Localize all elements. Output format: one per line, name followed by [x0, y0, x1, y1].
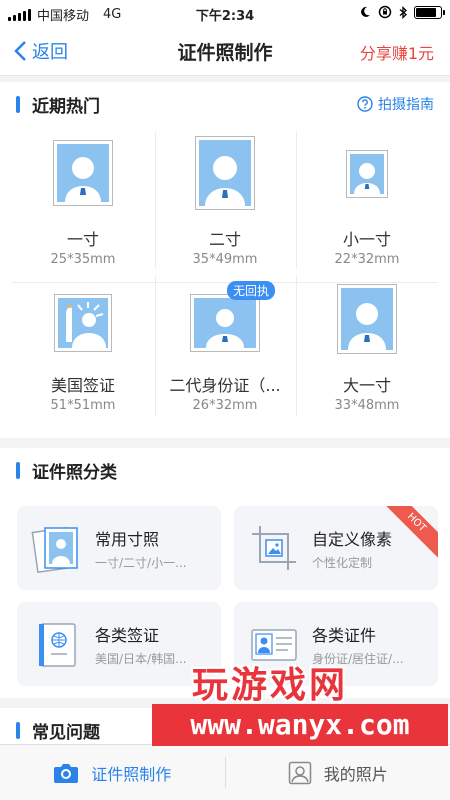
- photo-thumbnail: [346, 150, 388, 198]
- photo-thumbnail: [54, 294, 112, 352]
- card-subtitle: 一寸/二寸/小一...: [95, 556, 187, 570]
- photo-thumbnail: [53, 140, 113, 206]
- item-name: 大一寸: [342, 376, 391, 395]
- watermark-url: www.wanyx.com: [152, 704, 448, 746]
- item-size: 33*48mm: [334, 398, 400, 413]
- item-name: 二寸: [208, 230, 241, 249]
- item-size: 22*32mm: [334, 252, 400, 267]
- recent-section: 近期热门 拍摄指南 一寸 25*35mm 二寸 35*49mm 小一寸 22*3…: [0, 82, 450, 438]
- card-subtitle: 个性化定制: [312, 556, 373, 570]
- section-marker: [16, 461, 20, 479]
- category-card-common[interactable]: 常用寸照 一寸/二寸/小一...: [17, 506, 221, 590]
- section-marker: [16, 95, 20, 113]
- guide-button[interactable]: 拍摄指南: [357, 94, 434, 114]
- camera-icon: [54, 763, 79, 783]
- guide-label: 拍摄指南: [378, 97, 434, 113]
- item-name: 小一寸: [342, 230, 391, 249]
- bluetooth-icon: [399, 5, 407, 19]
- moon-icon: [361, 6, 370, 17]
- card-title: 各类签证: [95, 626, 160, 645]
- size-item-small-1inch[interactable]: 小一寸 22*32mm: [296, 150, 438, 290]
- category-header: 证件照分类: [0, 448, 450, 492]
- size-item-id-card[interactable]: 无回执 二代身份证（... 26*32mm: [154, 281, 296, 434]
- item-size: 26*32mm: [192, 398, 258, 413]
- photo-thumbnail: 无回执: [190, 281, 276, 352]
- item-size: 51*51mm: [50, 398, 116, 413]
- faq-title: 常见问题: [32, 722, 100, 743]
- section-marker: [16, 721, 20, 739]
- tab-label: 证件照制作: [91, 764, 172, 784]
- nav-bar: 返回 证件照制作 分享赚1元: [0, 26, 450, 76]
- size-item-2inch[interactable]: 二寸 35*49mm: [154, 136, 296, 276]
- crop-image-icon: [252, 526, 296, 570]
- no-receipt-badge: 无回执: [227, 281, 276, 300]
- item-name: 一寸: [66, 230, 99, 249]
- category-title: 证件照分类: [32, 462, 117, 483]
- item-name: 二代身份证（...: [169, 376, 281, 395]
- status-bar: 中国移动 4G 下午2:34: [0, 0, 450, 26]
- tab-bar: 证件照制作 我的照片: [0, 744, 450, 800]
- watermark-title: 玩游戏网: [192, 664, 349, 706]
- item-name: 美国签证: [50, 376, 115, 395]
- photo-thumbnail: [337, 284, 397, 354]
- battery-icon: [414, 5, 445, 19]
- card-title: 常用寸照: [95, 530, 160, 549]
- tab-my-photos[interactable]: 我的照片: [226, 745, 450, 800]
- recent-header: 近期热门 拍摄指南: [0, 82, 450, 126]
- portrait-photo-icon: [31, 526, 78, 574]
- person-photo-icon: [288, 761, 311, 784]
- tab-label: 我的照片: [323, 764, 388, 784]
- card-title: 各类证件: [312, 626, 377, 645]
- tab-id-photo-maker[interactable]: 证件照制作: [0, 745, 225, 800]
- size-item-us-visa[interactable]: 美国签证 51*51mm: [12, 294, 154, 434]
- item-size: 25*35mm: [50, 252, 116, 267]
- item-size: 35*49mm: [192, 252, 258, 267]
- rotation-lock-icon: [378, 5, 392, 19]
- size-item-1inch[interactable]: 一寸 25*35mm: [12, 140, 154, 280]
- card-title: 自定义像素: [312, 530, 393, 549]
- question-icon: [357, 96, 373, 112]
- passport-icon: [39, 623, 76, 667]
- size-item-large-1inch[interactable]: 大一寸 33*48mm: [296, 284, 438, 424]
- category-card-custom[interactable]: 自定义像素 个性化定制 HOT: [234, 506, 438, 590]
- watermark-logo: 玩游戏网 www.wanyx.com: [152, 646, 448, 750]
- recent-title: 近期热门: [32, 96, 100, 117]
- photo-thumbnail: [195, 136, 255, 210]
- share-button[interactable]: 分享赚1元: [360, 40, 434, 64]
